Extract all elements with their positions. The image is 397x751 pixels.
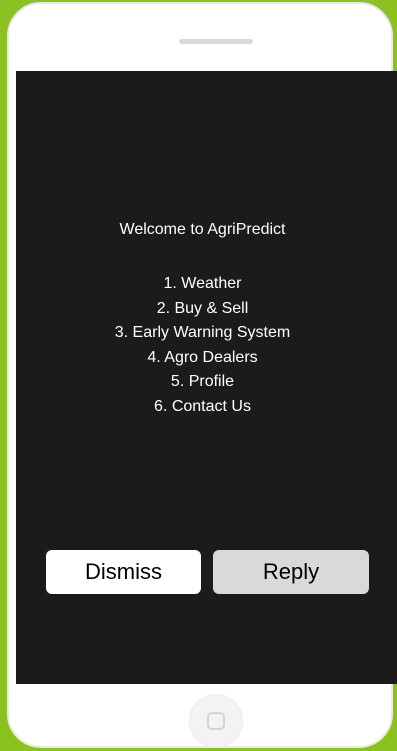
menu-item-contact-us: 6. Contact Us	[154, 397, 251, 415]
message-screen: Welcome to AgriPredict 1. Weather 2. Buy…	[16, 71, 397, 684]
menu-item-weather: 1. Weather	[163, 275, 242, 292]
reply-button[interactable]: Reply	[213, 550, 369, 594]
phone-frame: Welcome to AgriPredict 1. Weather 2. Buy…	[0, 0, 397, 751]
welcome-text: Welcome to AgriPredict	[119, 221, 286, 238]
menu-list: 1. Weather 2. Buy & Sell 3. Early Warnin…	[16, 272, 389, 419]
menu-item-buy-sell: 2. Buy & Sell	[156, 299, 249, 317]
speaker-grille	[179, 39, 253, 44]
menu-item-profile: 5. Profile	[170, 373, 235, 390]
menu-item-agro-dealers: 4. Agro Dealers	[147, 348, 258, 366]
menu-item-early-warning-system: 3. Early Warning System	[114, 324, 291, 341]
dismiss-button[interactable]: Dismiss	[46, 550, 201, 594]
home-square-icon	[207, 712, 225, 730]
home-button[interactable]	[189, 694, 243, 748]
